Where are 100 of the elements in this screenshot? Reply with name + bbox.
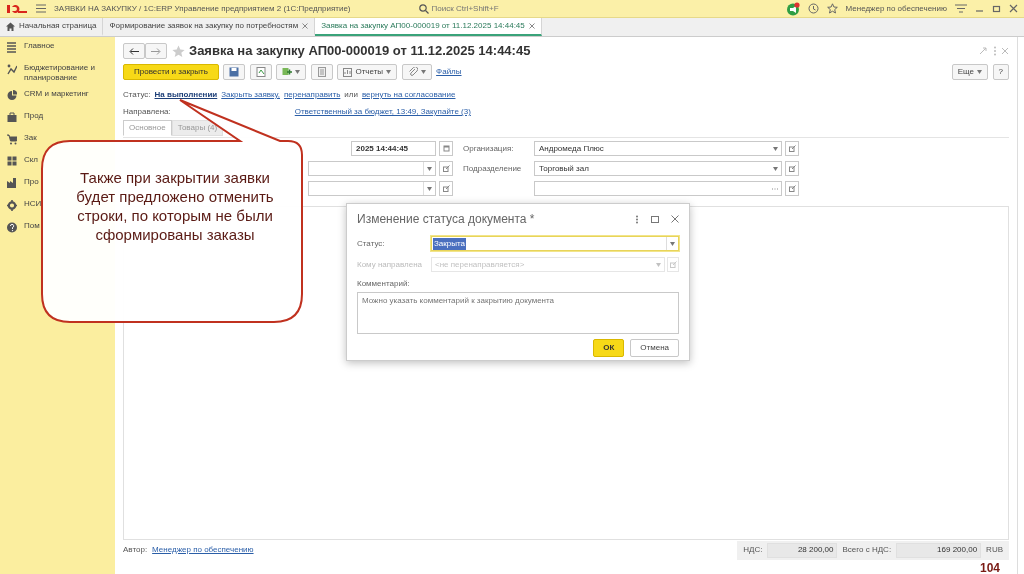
caret-icon [386,70,392,74]
list-icon [316,67,327,77]
callout-text: Также при закрытии заявки будет предложено отменить строки, по которым не были сформированы заказы [75,168,275,245]
calendar-button[interactable] [439,141,453,156]
link-icon [442,185,450,192]
ok-button[interactable]: ОК [593,339,625,357]
sidebar-item[interactable]: НСИ [24,199,42,209]
currency-text: RUB [986,544,1003,556]
open-button[interactable] [785,141,799,156]
back-button[interactable] [123,43,145,59]
open-button[interactable] [785,181,799,196]
recipient-label: Кому направлена [357,258,424,271]
search-icon [418,3,429,14]
files-link[interactable]: Файлы [436,66,462,78]
tab[interactable]: Начальная страница [0,18,104,36]
reports-button[interactable]: Отчеты [337,64,398,80]
date-field[interactable]: 2025 14:44:45 [351,141,436,156]
post-and-close-button[interactable]: Провести и закрыть [123,64,219,80]
document-button[interactable] [249,64,272,80]
caret-icon [427,186,432,191]
total-label: Всего с НДС: [842,544,892,556]
user-name[interactable]: Менеджер по обеспечению [845,2,947,15]
help-icon [7,222,17,234]
grid-icon [7,156,17,168]
select-field[interactable]: Торговый зал [534,161,782,176]
help-button[interactable]: ? [992,64,1009,80]
close-icon[interactable] [302,23,309,29]
calendar-icon [442,145,450,152]
report-icon [343,67,353,77]
field-label: Организация: [463,142,515,155]
author-link[interactable]: Менеджер по обеспечению [152,544,254,556]
chart-icon [7,64,17,75]
caret-icon [670,241,675,246]
attach-button[interactable] [401,64,432,80]
sidebar-item[interactable]: Главное [24,41,55,51]
dropdown-button[interactable] [423,182,435,195]
sidebar-item[interactable]: Бюджетирование и планирование [24,63,104,83]
choice-field[interactable] [534,181,782,196]
tab[interactable]: Заявка на закупку АП00-000019 от 11.12.2025 14:44:45 [315,18,542,36]
link-icon[interactable] [978,46,988,56]
close-icon[interactable] [1009,4,1018,13]
search-field[interactable]: Поиск Ctrl+Shift+F [431,2,592,15]
window-title: ЗАЯВКИ НА ЗАКУПКУ / 1С:ERP Управление предприятием 2 (1С:Предприятие) [54,2,351,15]
maximize-icon[interactable] [651,215,659,223]
more-button[interactable]: Еще [951,64,989,80]
create-based-button[interactable] [276,64,307,80]
open-button[interactable] [785,161,799,176]
status-label: Статус: [357,237,386,250]
sidebar-item[interactable]: Зак [24,133,37,143]
history-icon[interactable] [807,3,819,14]
vat-field: 28 200,00 [767,542,838,558]
menu-icon[interactable] [955,4,967,13]
status-select[interactable]: Закрыта [431,236,679,251]
action-link[interactable]: вернуть на согласование [361,89,456,101]
home-icon [6,21,15,31]
document-title: Заявка на закупку АП00-000019 от 11.12.2025 14:44:45 [189,42,531,61]
create-based-icon [282,67,293,77]
action-link[interactable]: Закрыть заявку, [221,89,280,101]
status-text: или [344,89,358,101]
gear-icon [7,200,17,212]
caret-icon [655,262,661,267]
cancel-button[interactable]: Отмена [630,339,679,357]
caret-icon [772,166,778,171]
factory-icon [7,178,17,190]
back-arrow-icon [129,47,139,55]
sidebar-item[interactable]: Скл [24,155,39,165]
open-button[interactable] [439,181,453,196]
status-text: Направлена: [123,106,171,118]
select-field[interactable] [308,181,436,196]
caret-icon [295,70,301,74]
caret-icon [772,146,778,151]
more-icon[interactable] [992,46,997,56]
dropdown-button[interactable] [423,162,435,175]
more-icon[interactable] [635,214,639,224]
attach-icon [407,67,418,77]
star-icon[interactable] [171,44,185,58]
sidebar-item[interactable]: CRM и маркетинг [24,89,89,99]
save-icon [229,67,240,77]
open-button[interactable] [439,161,453,176]
comment-field[interactable]: Можно указать комментарий к закрытию документа [357,292,679,334]
select-field[interactable]: Андромеда Плюс [534,141,782,156]
menu-icon[interactable] [36,4,46,13]
sidebar-item[interactable]: Про [24,177,39,187]
bag-icon [7,112,17,124]
action-link[interactable]: Ответственный за бюджет, 13:49, Закупайте (3) [294,106,471,118]
notification-icon[interactable] [785,1,800,16]
sidebar-item[interactable]: Прод [24,111,44,121]
list-button[interactable] [310,64,333,80]
sidebar-item[interactable]: Пом [24,221,40,231]
close-icon[interactable] [671,215,679,223]
caret-icon [420,70,426,74]
select-field[interactable] [308,161,436,176]
caret-icon [427,166,432,171]
logo-icon [6,3,28,14]
status-link[interactable]: На выполнении [154,89,218,101]
close-icon[interactable] [528,23,535,29]
maximize-icon[interactable] [992,4,1001,13]
action-link[interactable]: перенаправить [284,89,341,101]
save-button[interactable] [223,64,246,80]
star-icon[interactable] [826,3,838,14]
